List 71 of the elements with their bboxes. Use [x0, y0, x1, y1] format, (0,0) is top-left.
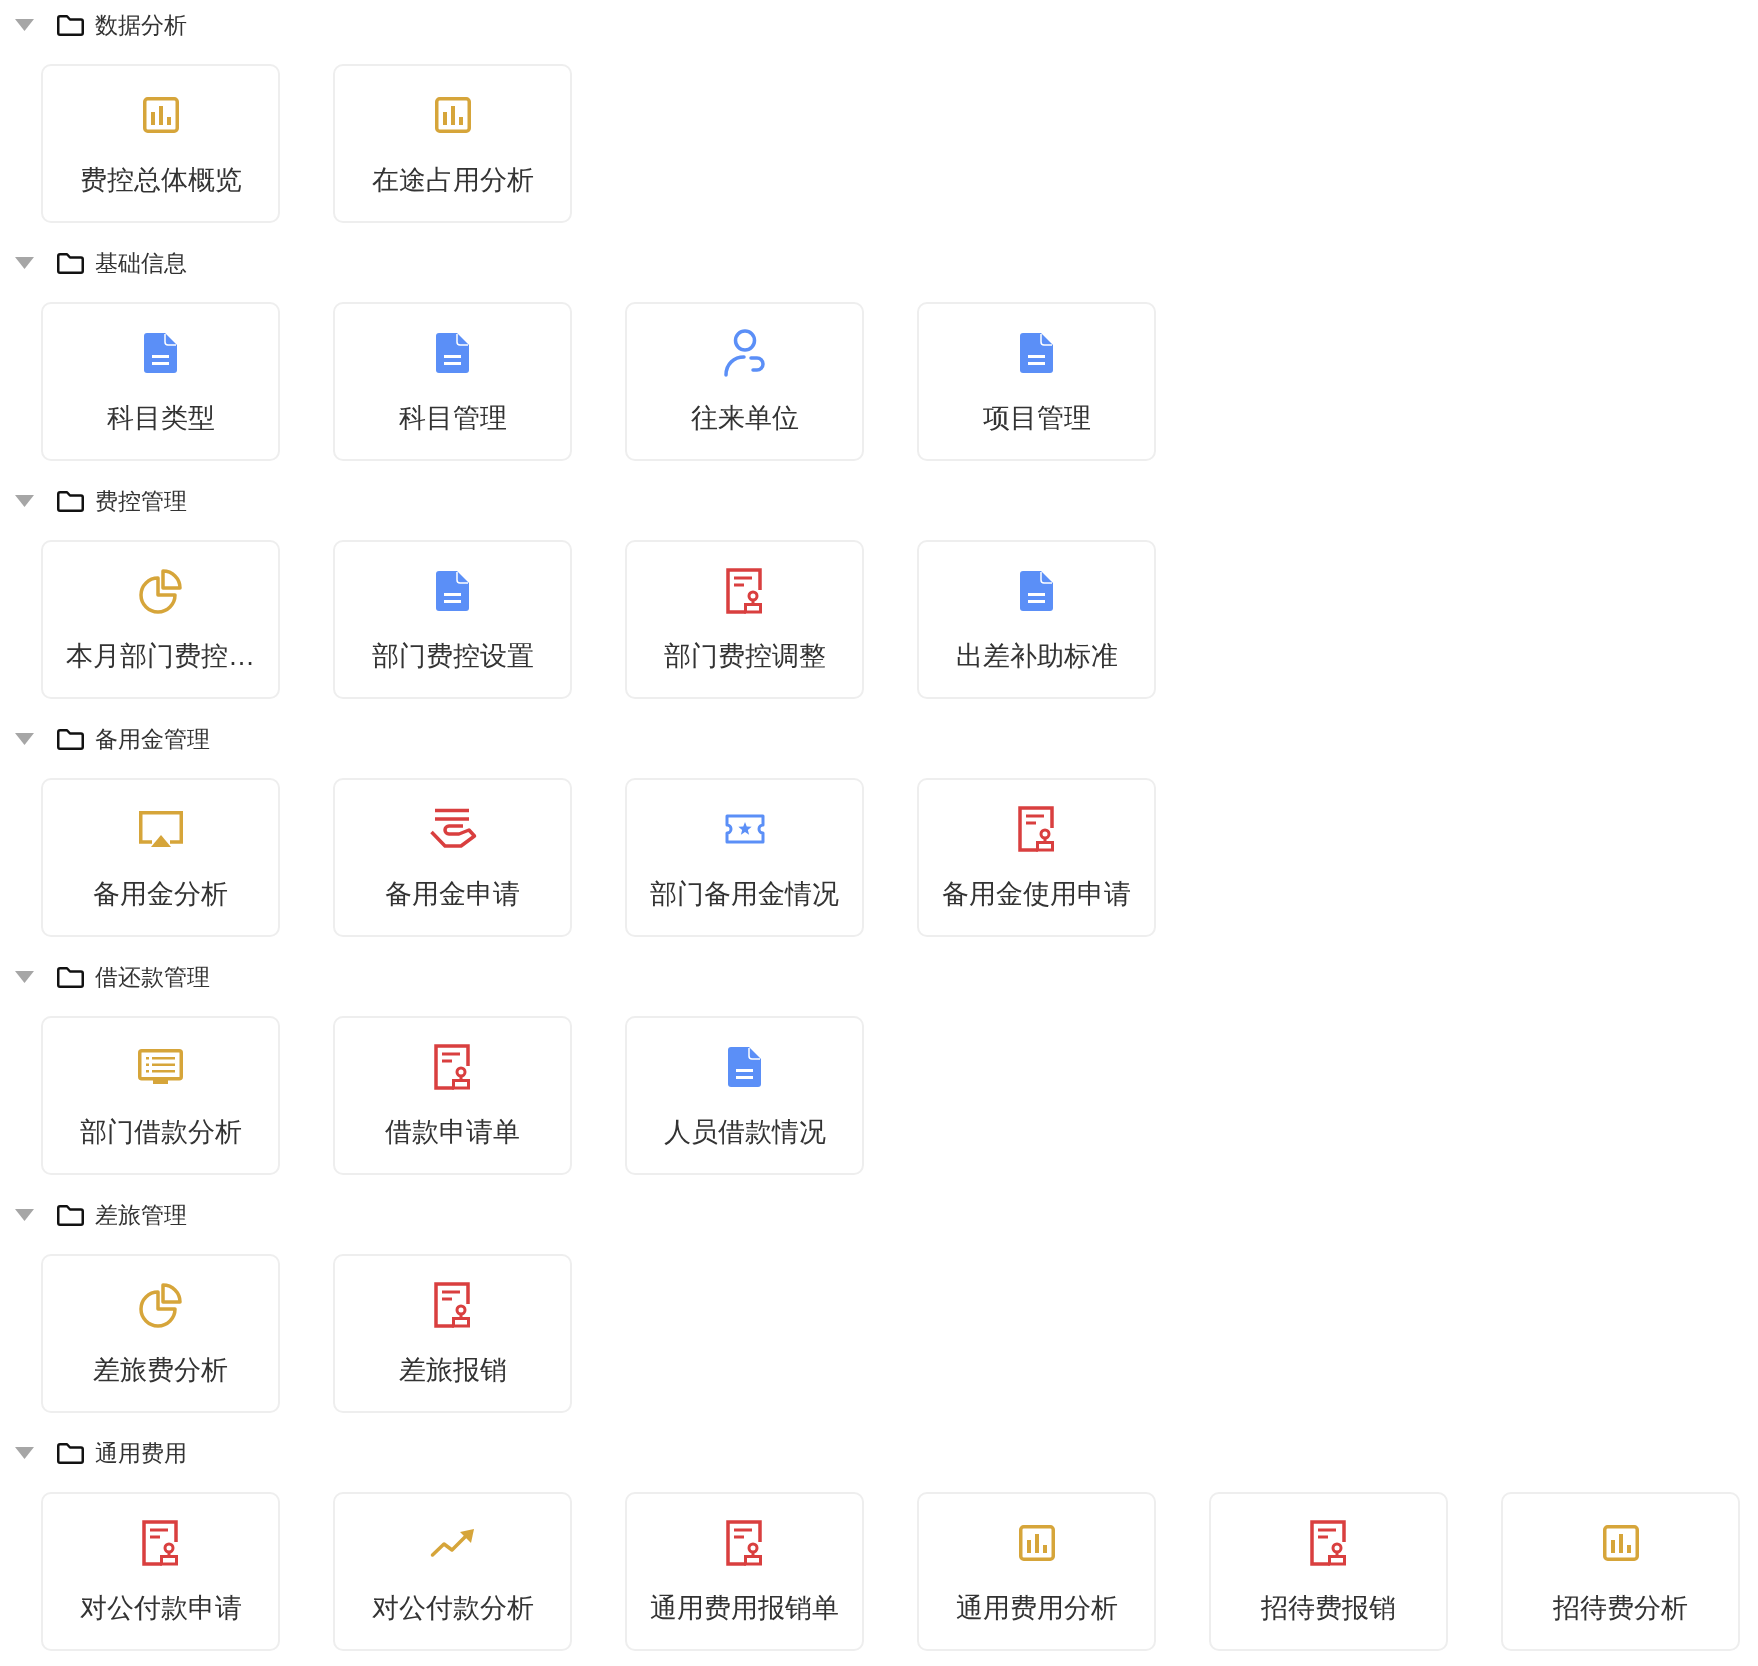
folder-icon — [57, 728, 84, 750]
caret-down-icon[interactable] — [15, 495, 34, 507]
app-tile[interactable]: 出差补助标准 — [917, 540, 1156, 699]
app-tile[interactable]: 项目管理 — [917, 302, 1156, 461]
app-tile[interactable]: 招待费报销 — [1209, 1492, 1448, 1651]
caret-down-icon[interactable] — [15, 733, 34, 745]
caret-down-icon[interactable] — [15, 1209, 34, 1221]
section-title: 费控管理 — [95, 487, 187, 516]
app-tile[interactable]: 对公付款申请 — [41, 1492, 280, 1651]
app-tile[interactable]: 通用费用报销单 — [625, 1492, 864, 1651]
document-icon — [144, 333, 177, 373]
app-tile[interactable]: 招待费分析 — [1501, 1492, 1740, 1651]
stamped-document-icon — [142, 1520, 179, 1566]
app-tile[interactable]: 往来单位 — [625, 302, 864, 461]
document-icon — [1020, 333, 1053, 373]
app-tile[interactable]: 科目类型 — [41, 302, 280, 461]
folder-icon — [57, 14, 84, 36]
document-icon — [1020, 571, 1053, 611]
stamped-document-icon — [726, 568, 763, 614]
folder-icon — [57, 252, 84, 274]
trend-up-icon — [430, 1528, 475, 1558]
bar-chart-icon — [434, 97, 471, 133]
stamped-document-icon — [434, 1282, 471, 1328]
app-tile[interactable]: 本月部门费控… — [41, 540, 280, 699]
stamped-document-icon — [1310, 1520, 1347, 1566]
app-tile[interactable]: 备用金分析 — [41, 778, 280, 937]
folder-icon — [57, 1204, 84, 1226]
caret-down-icon[interactable] — [15, 1447, 34, 1459]
stamped-document-icon — [726, 1520, 763, 1566]
app-tile[interactable]: 备用金申请 — [333, 778, 572, 937]
section-title: 差旅管理 — [95, 1201, 187, 1230]
app-tile[interactable]: 部门费控调整 — [625, 540, 864, 699]
app-tile[interactable]: 借款申请单 — [333, 1016, 572, 1175]
folder-icon — [57, 1442, 84, 1464]
app-tile[interactable]: 通用费用分析 — [917, 1492, 1156, 1651]
ticket-icon — [724, 814, 765, 844]
folder-icon — [57, 966, 84, 988]
document-icon — [728, 1047, 761, 1087]
document-icon — [436, 333, 469, 373]
document-icon — [436, 571, 469, 611]
app-tile[interactable]: 差旅费分析 — [41, 1254, 280, 1413]
bar-chart-icon — [142, 97, 179, 133]
section-title: 借还款管理 — [95, 963, 210, 992]
app-tile[interactable]: 费控总体概览 — [41, 64, 280, 223]
folder-icon — [57, 490, 84, 512]
app-tile[interactable]: 科目管理 — [333, 302, 572, 461]
app-tile[interactable]: 部门费控设置 — [333, 540, 572, 699]
stamped-document-icon — [434, 1044, 471, 1090]
pie-chart-icon — [138, 1282, 183, 1328]
bar-chart-icon — [1018, 1525, 1055, 1561]
section-title: 备用金管理 — [95, 725, 210, 754]
section-title: 基础信息 — [95, 249, 187, 278]
person-icon — [723, 329, 766, 377]
caret-down-icon[interactable] — [15, 19, 34, 31]
hand-icon — [428, 808, 477, 850]
section-title: 通用费用 — [95, 1439, 187, 1468]
app-tile[interactable]: 差旅报销 — [333, 1254, 572, 1413]
stamped-document-icon — [1018, 806, 1055, 852]
app-tile[interactable]: 对公付款分析 — [333, 1492, 572, 1651]
section-title: 数据分析 — [95, 11, 187, 40]
app-tile[interactable]: 部门借款分析 — [41, 1016, 280, 1175]
app-tile[interactable]: 部门备用金情况 — [625, 778, 864, 937]
screen-share-icon — [138, 811, 183, 847]
bar-chart-icon — [1602, 1525, 1639, 1561]
pie-chart-icon — [138, 568, 183, 614]
monitor-list-icon — [138, 1049, 183, 1085]
caret-down-icon[interactable] — [15, 971, 34, 983]
app-tile[interactable]: 备用金使用申请 — [917, 778, 1156, 937]
app-tile[interactable]: 人员借款情况 — [625, 1016, 864, 1175]
caret-down-icon[interactable] — [15, 257, 34, 269]
app-tile[interactable]: 在途占用分析 — [333, 64, 572, 223]
